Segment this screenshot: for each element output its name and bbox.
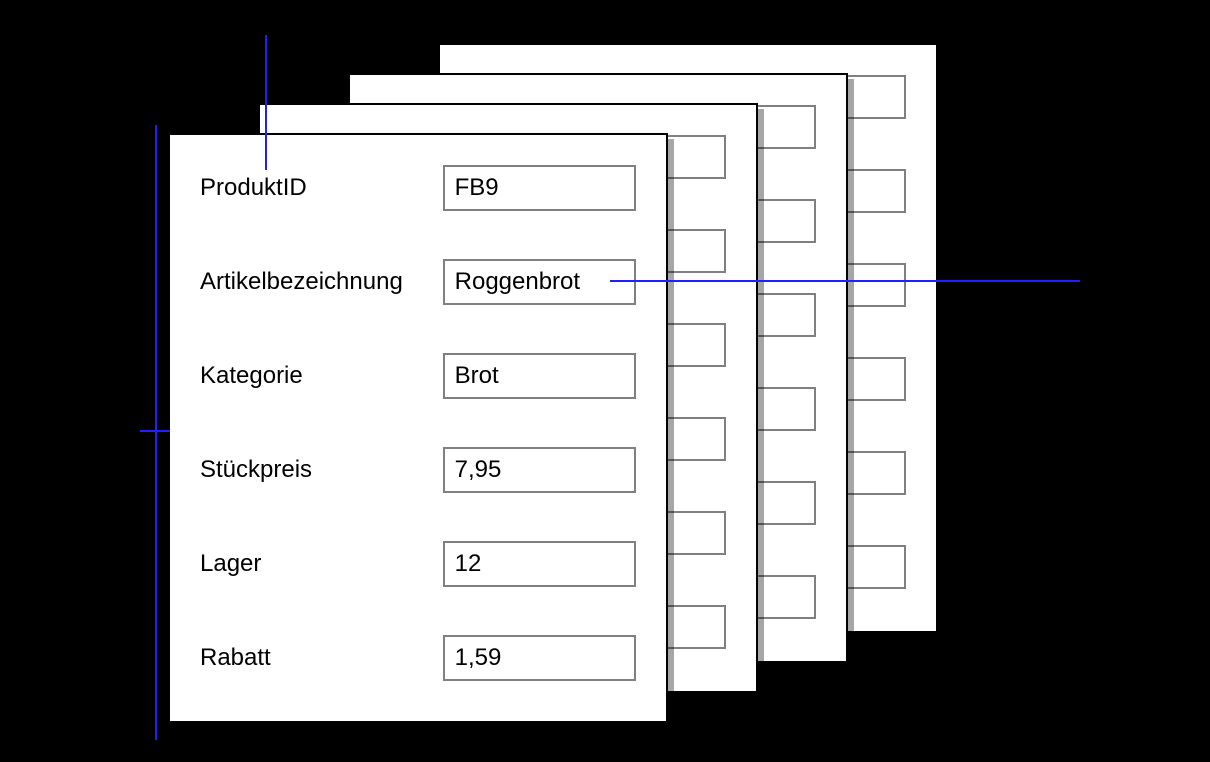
annotation-vertical-top	[265, 35, 267, 170]
label-produktid: ProduktID	[200, 174, 443, 202]
input-artikelbezeichnung[interactable]: Roggenbrot	[443, 259, 636, 305]
label-rabatt: Rabatt	[200, 644, 443, 672]
input-kategorie[interactable]: Brot	[443, 353, 636, 399]
input-produktid[interactable]: FB9	[443, 165, 636, 211]
label-lager: Lager	[200, 550, 443, 578]
label-stueckpreis: Stückpreis	[200, 456, 443, 484]
form-row-stueckpreis: Stückpreis 7,95	[200, 447, 636, 493]
input-lager[interactable]: 12	[443, 541, 636, 587]
label-kategorie: Kategorie	[200, 362, 443, 390]
form-row-rabatt: Rabatt 1,59	[200, 635, 636, 681]
form-row-kategorie: Kategorie Brot	[200, 353, 636, 399]
label-artikelbezeichnung: Artikelbezeichnung	[200, 268, 443, 296]
form-row-artikelbezeichnung: Artikelbezeichnung Roggenbrot	[200, 259, 636, 305]
annotation-horizontal-right	[610, 280, 1080, 282]
annotation-left-tick	[140, 430, 170, 432]
input-stueckpreis[interactable]: 7,95	[443, 447, 636, 493]
record-card-front: ProduktID FB9 Artikelbezeichnung Roggenb…	[168, 133, 668, 723]
input-rabatt[interactable]: 1,59	[443, 635, 636, 681]
form-row-produktid: ProduktID FB9	[200, 165, 636, 211]
annotation-vertical-left	[155, 125, 157, 740]
form-row-lager: Lager 12	[200, 541, 636, 587]
